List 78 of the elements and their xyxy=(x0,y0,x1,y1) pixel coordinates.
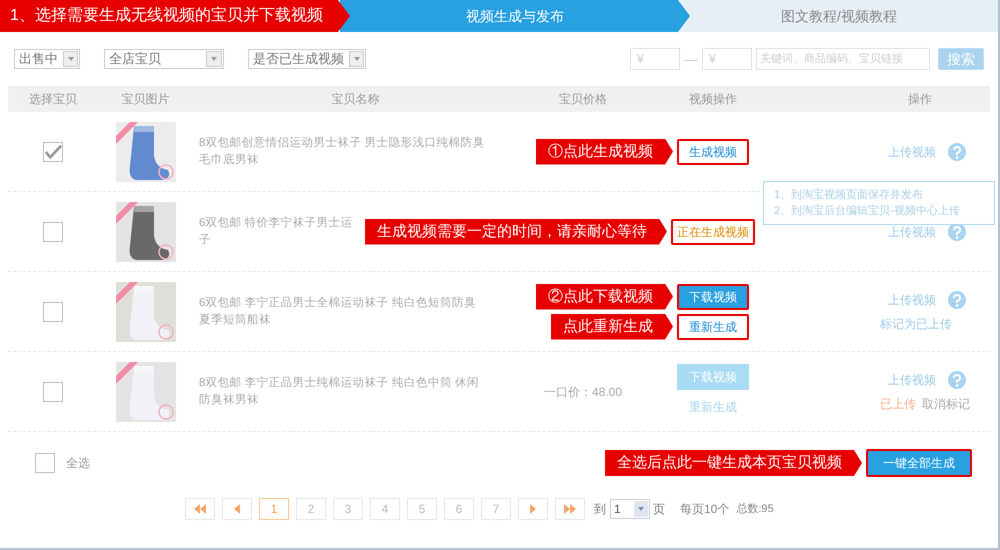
product-name-line: 8双包邮创意情侣运动男士袜子 男士隐形浅口纯棉防臭 xyxy=(199,136,485,150)
generate-all-button[interactable]: 一键全部生成 xyxy=(866,449,972,477)
page-button[interactable]: 2 xyxy=(296,498,326,520)
column-header: 操作 xyxy=(907,91,933,108)
row-checkbox[interactable] xyxy=(43,142,63,162)
price-separator: — xyxy=(684,50,698,68)
last-page-icon xyxy=(563,504,577,514)
column-header: 视频操作 xyxy=(688,91,738,108)
operation-link[interactable]: 上传视频 xyxy=(888,290,936,308)
video-action-button[interactable]: 下载视频 xyxy=(677,284,749,310)
callout-label: 生成视频需要一定的时间，请亲耐心等待 xyxy=(365,218,667,244)
product-name-line: 防臭袜男袜 xyxy=(199,392,259,408)
column-header: 宝贝图片 xyxy=(120,91,170,108)
first-page-icon xyxy=(193,504,207,514)
operation-link[interactable]: 上传视频 xyxy=(888,370,936,388)
video-action-button[interactable]: 下载视频 xyxy=(677,364,749,390)
callout-label: ②点此下载视频 xyxy=(536,284,673,310)
step-tab[interactable]: 1、选择需要生成无线视频的宝贝并下载视频 xyxy=(0,0,350,32)
regenerate-link[interactable]: 重新生成 xyxy=(677,394,749,420)
product-name-line: 8双包邮 李宁正品男士纯棉运动袜子 纯白色中筒 休闲 xyxy=(199,375,479,390)
video-action-button[interactable]: 生成视频 xyxy=(677,138,749,164)
select-all-label: 全选 xyxy=(66,455,90,472)
help-icon xyxy=(948,370,966,388)
previous-page-button[interactable] xyxy=(222,498,252,520)
price-min-field[interactable]: ¥ xyxy=(630,48,680,70)
page-button[interactable]: 5 xyxy=(407,498,437,520)
caret-icon xyxy=(210,56,218,62)
callout-label: 点此重新生成 xyxy=(551,314,673,340)
row-checkbox[interactable] xyxy=(43,382,63,402)
check-icon xyxy=(44,143,62,160)
product-name-line: 子 xyxy=(199,232,211,248)
page-unit-label: 页 xyxy=(653,501,665,518)
next-page-button[interactable] xyxy=(518,498,548,520)
status-text: 已上传 xyxy=(880,396,916,412)
total-text: 总数:95 xyxy=(736,502,774,517)
product-name-line: 夏季短筒船袜 xyxy=(199,312,271,328)
last-page-button[interactable] xyxy=(555,498,585,520)
first-page-button[interactable] xyxy=(185,498,215,520)
callout-label: 全选后点此一键生成本页宝贝视频 xyxy=(605,450,862,476)
tooltip-line: 1、到淘宝视频页面保存并发布 xyxy=(774,188,924,202)
caret-icon xyxy=(352,56,360,62)
page-dropdown[interactable]: 1 xyxy=(610,499,650,519)
price-text: 一口价：48.00 xyxy=(544,384,622,398)
operation-link[interactable]: 取消标记 xyxy=(922,394,970,412)
row-checkbox[interactable] xyxy=(43,302,63,322)
select-all-checkbox[interactable] xyxy=(35,453,55,473)
callout-label: ①点此生成视频 xyxy=(536,138,673,164)
step-tab[interactable]: 图文教程/视频教程 xyxy=(680,0,998,32)
filter-dropdown[interactable]: 出售中 xyxy=(14,49,80,69)
per-page-text: 每页10个 xyxy=(680,501,730,518)
page-button[interactable]: 3 xyxy=(333,498,363,520)
product-name-line: 6双包邮 李宁正品男士全棉运动袜子 纯白色短筒防臭 xyxy=(199,295,476,310)
column-header: 宝贝价格 xyxy=(558,91,608,108)
search-button[interactable]: 搜索 xyxy=(938,48,984,70)
step-tab[interactable]: 视频生成与发布 xyxy=(340,0,690,32)
operation-link[interactable]: 上传视频 xyxy=(888,142,936,160)
operation-link[interactable]: 标记为已上传 xyxy=(880,314,952,332)
video-action-button[interactable]: 重新生成 xyxy=(677,314,749,340)
product-name-line: 毛巾底男袜 xyxy=(199,152,259,168)
tooltip-line: 2、到淘宝后台编辑宝贝-视频中心上传 xyxy=(774,204,961,218)
filter-dropdown[interactable]: 全店宝贝 xyxy=(104,49,224,69)
page-button[interactable]: 1 xyxy=(259,498,289,520)
help-icon xyxy=(948,142,966,160)
page-button[interactable]: 4 xyxy=(370,498,400,520)
column-header: 宝贝名称 xyxy=(330,91,380,108)
column-header: 选择宝贝 xyxy=(28,91,78,108)
video-action-button[interactable]: 正在生成视频 xyxy=(671,218,755,244)
caret-icon xyxy=(66,56,74,62)
row-checkbox[interactable] xyxy=(43,222,63,242)
goto-label: 到 xyxy=(594,501,606,518)
operation-link[interactable]: 上传视频 xyxy=(888,222,936,240)
price-max-field[interactable]: ¥ xyxy=(702,48,752,70)
page-button[interactable]: 7 xyxy=(481,498,511,520)
caret-icon xyxy=(637,506,645,512)
page-button[interactable]: 6 xyxy=(444,498,474,520)
filter-dropdown[interactable]: 是否已生成视频 xyxy=(248,49,366,69)
product-name-line: 6双包邮 特价李宁袜子男士运 xyxy=(199,215,353,230)
help-icon xyxy=(948,290,966,308)
